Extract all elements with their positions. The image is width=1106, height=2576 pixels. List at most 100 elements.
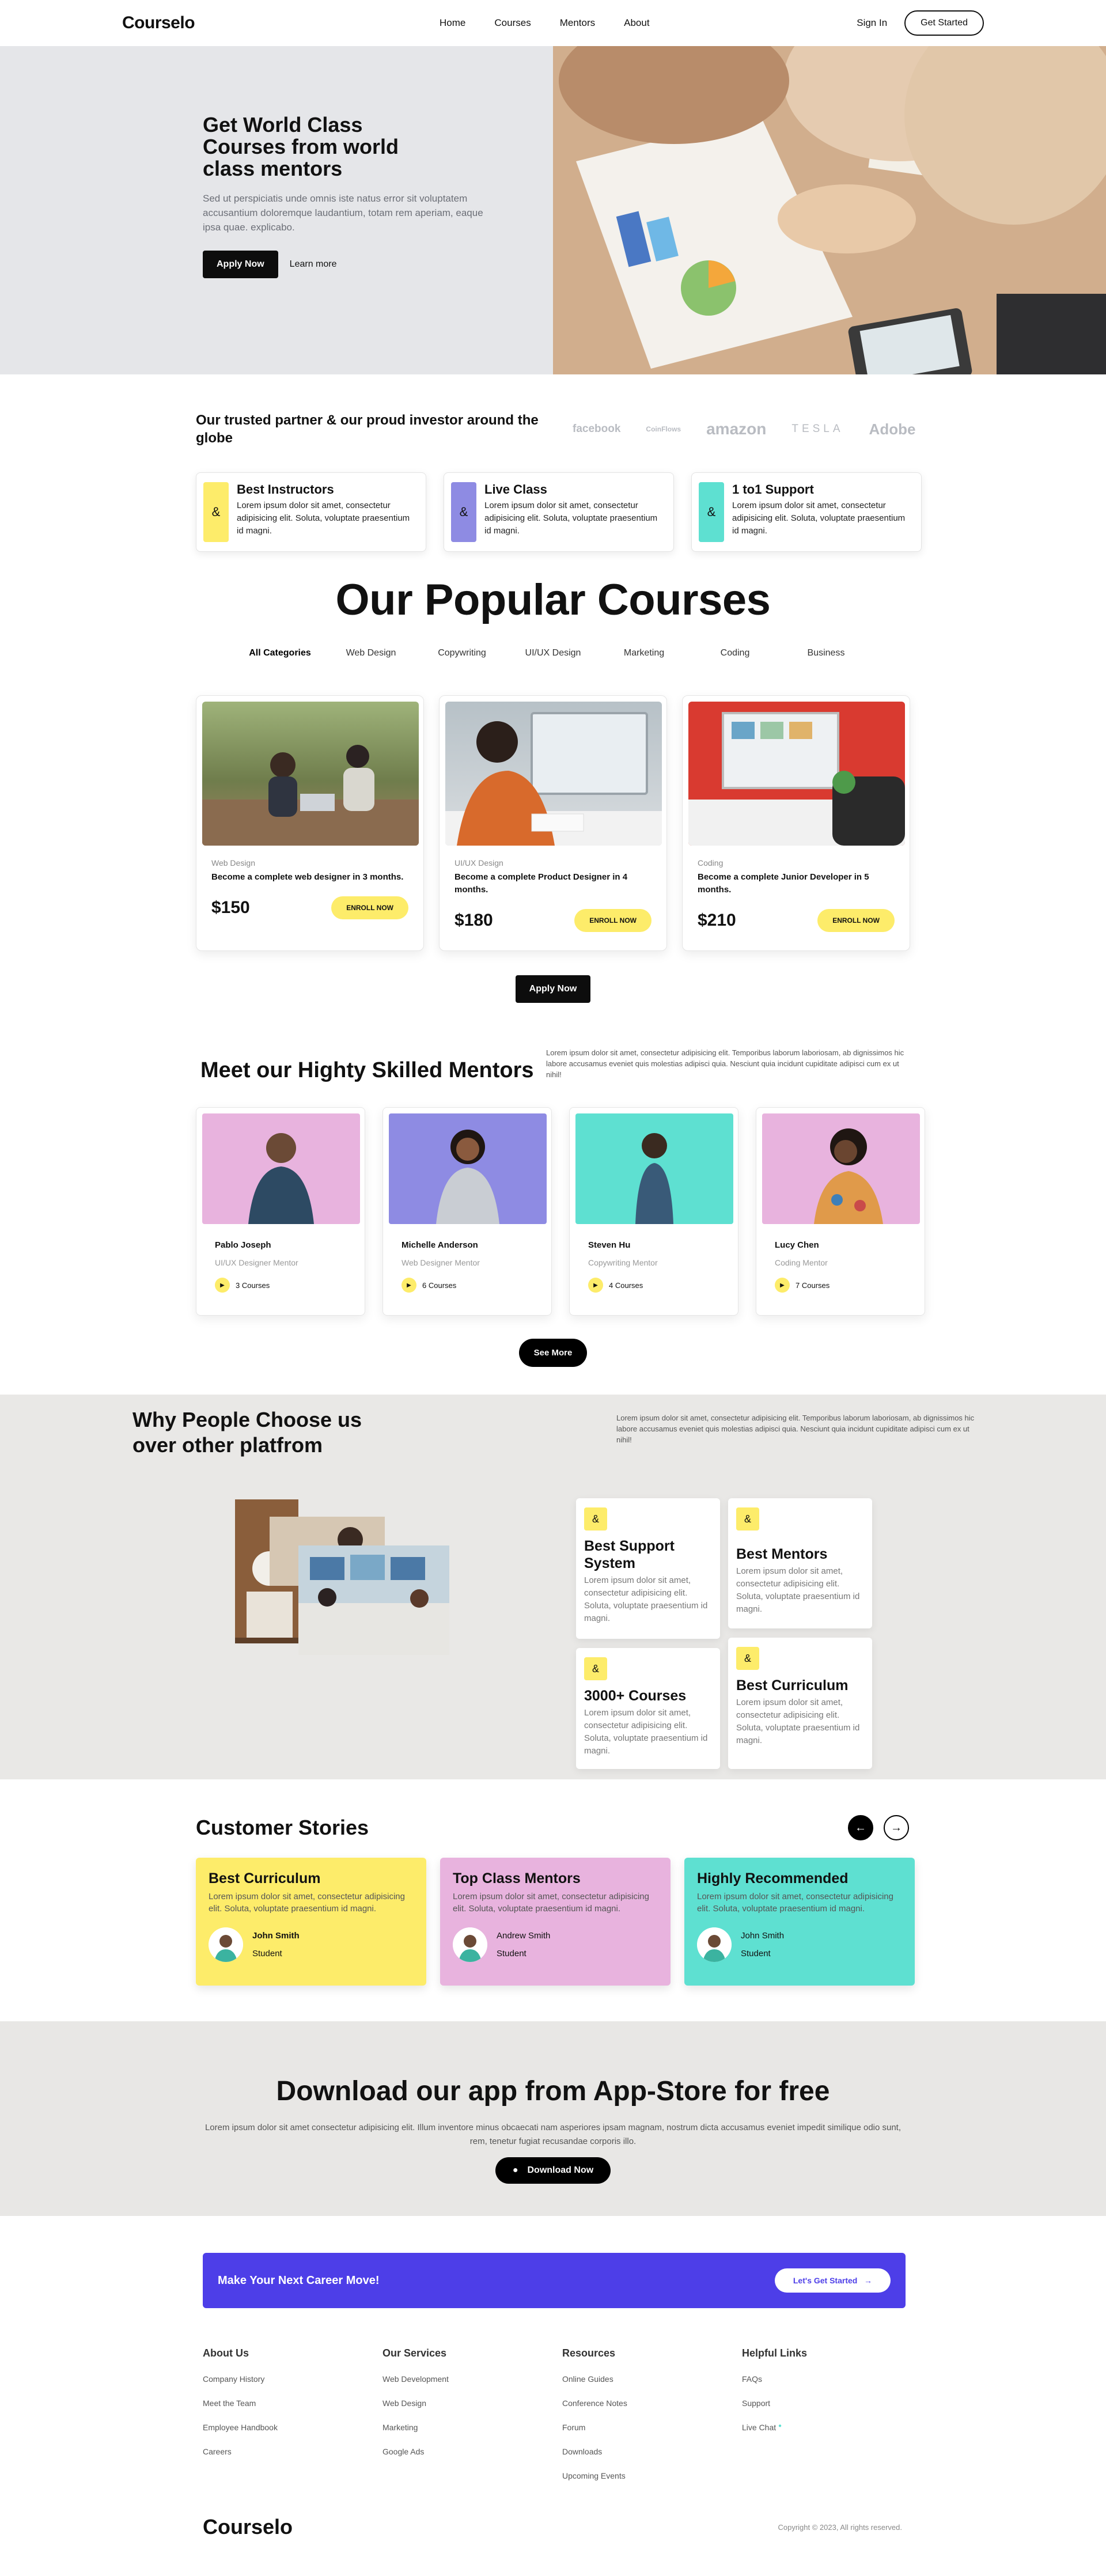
sign-in-link[interactable]: Sign In [857,17,887,29]
story-title: Best Curriculum [209,1870,321,1887]
footer-link[interactable]: Web Development [382,2374,562,2384]
mentor-photo [202,1113,360,1225]
courses-icon: & [584,1657,607,1681]
course-photo [445,712,662,846]
hero-illustration [553,46,1106,374]
apply-now-button[interactable]: Apply Now [203,251,278,279]
nav-mentors[interactable]: Mentors [560,17,595,29]
footer-link[interactable]: Conference Notes [562,2399,742,2408]
download-text: Lorem ipsum dolor sit amet consectetur a… [204,2123,902,2146]
get-started-button[interactable]: Get Started [904,10,984,36]
enroll-now-button[interactable]: ENROLL NOW [817,908,895,932]
course-price: $210 [698,910,736,930]
download-section: Download our app from App-Store for free… [0,2021,1106,2217]
course-card[interactable]: Coding Become a complete Junior Develope… [682,695,910,952]
tab-marketing[interactable]: Marketing [599,648,690,658]
footer-link[interactable]: Support [742,2399,922,2408]
feature-card: & Best Instructors Lorem ipsum dolor sit… [196,472,426,552]
story-card: Best Curriculum Lorem ipsum dolor sit am… [196,1858,426,1986]
footer-link[interactable]: Careers [203,2447,382,2456]
mentor-card[interactable]: Pablo Joseph UI/UX Designer Mentor ▶ 3 Co… [196,1107,365,1316]
popular-courses-title: Our Popular Courses [335,575,771,625]
tab-copywriting[interactable]: Copywriting [416,648,507,658]
play-icon: ▶ [215,1278,230,1293]
enroll-now-button[interactable]: ENROLL NOW [331,896,408,920]
footer-logo[interactable]: Courselo [203,2515,293,2539]
enroll-now-button[interactable]: ENROLL NOW [574,908,652,932]
tab-coding[interactable]: Coding [690,648,781,658]
mentor-role: Coding Mentor [775,1258,828,1268]
tab-ui-ux-design[interactable]: UI/UX Design [507,648,599,658]
play-icon: ▶ [402,1278,416,1293]
course-card[interactable]: UI/UX Design Become a complete Product D… [439,695,667,952]
story-text: Lorem ipsum dolor sit amet, consectetur … [209,1892,405,1914]
why-card-title: Best Mentors [736,1546,828,1563]
course-price: $180 [454,910,493,930]
download-now-button[interactable]: ● Download Now [495,2157,611,2184]
live-class-icon: & [451,482,476,543]
logo[interactable]: Courselo [122,13,195,33]
nav-courses[interactable]: Courses [494,17,531,29]
why-images [235,1499,449,1656]
arrow-right-icon[interactable]: → [884,1815,909,1841]
partners-title: Our trusted partner & our proud investor… [196,412,539,446]
instructor-icon: & [203,482,229,543]
story-author: John Smith [741,1931,785,1941]
footer-column: Our Services Web Development Web Design … [382,2347,562,2480]
mentor-courses: 6 Courses [422,1281,457,1290]
feature-card: & 1 to1 Support Lorem ipsum dolor sit am… [691,472,922,552]
footer-link[interactable]: Meet the Team [203,2399,382,2408]
course-image [202,702,419,846]
hero-title: Get World Class Courses from world class… [203,113,399,180]
nav-about[interactable]: About [624,17,649,29]
tab-business[interactable]: Business [781,648,872,658]
page: Courselo Home Courses Mentors About Sign… [0,0,1106,2576]
footer-link[interactable]: Downloads [562,2447,742,2456]
amazon-logo: amazon [706,420,767,438]
mentor-name: Lucy Chen [775,1240,819,1251]
story-card: Top Class Mentors Lorem ipsum dolor sit … [440,1858,671,1986]
mentor-role: UI/UX Designer Mentor [215,1258,298,1268]
mentor-card[interactable]: Lucy Chen Coding Mentor ▶ 7 Courses [756,1107,925,1316]
course-photo [688,712,905,846]
footer-link[interactable]: Upcoming Events [562,2471,742,2480]
footer-link[interactable]: Forum [562,2423,742,2432]
why-card-title: 3000+ Courses [584,1688,687,1704]
nav-home[interactable]: Home [440,17,465,29]
tab-all-categories[interactable]: All Categories [234,648,325,658]
tab-web-design[interactable]: Web Design [325,648,416,658]
play-icon: ▶ [588,1278,603,1293]
why-section: Why People Choose us over other platfrom… [0,1395,1106,1780]
course-card[interactable]: Web Design Become a complete web designe… [196,695,424,952]
footer-link[interactable]: Company History [203,2374,382,2384]
mentor-card[interactable]: Steven Hu Copywriting Mentor ▶ 4 Courses [569,1107,738,1316]
footer-link[interactable]: Marketing [382,2423,562,2432]
footer-link[interactable]: Employee Handbook [203,2423,382,2432]
why-card: & 3000+ Courses Lorem ipsum dolor sit am… [576,1648,720,1770]
arrow-left-icon[interactable]: ← [848,1815,873,1841]
mentor-role: Web Designer Mentor [402,1258,480,1268]
mentor-card[interactable]: Michelle Anderson Web Designer Mentor ▶ 6… [382,1107,552,1316]
course-image [688,702,905,846]
mentor-name: Pablo Joseph [215,1240,271,1251]
why-card-text: Lorem ipsum dolor sit amet, consectetur … [736,1566,860,1614]
feature-text: Lorem ipsum dolor sit amet, consectetur … [484,501,658,536]
story-text: Lorem ipsum dolor sit amet, consectetur … [453,1892,649,1914]
see-more-button[interactable]: See More [518,1339,588,1367]
footer-link[interactable]: Online Guides [562,2374,742,2384]
footer-link[interactable]: Web Design [382,2399,562,2408]
learn-more-link[interactable]: Learn more [290,259,337,270]
apply-now-button[interactable]: Apply Now [515,975,591,1003]
story-author: John Smith [252,1931,300,1941]
footer-link[interactable]: Google Ads [382,2447,562,2456]
footer-link[interactable]: FAQs [742,2374,922,2384]
footer-heading: Resources [562,2347,616,2359]
footer-link-live-chat[interactable]: Live Chat ● [742,2423,922,2432]
mentor-name: Michelle Anderson [402,1240,478,1251]
lets-get-started-button[interactable]: Let's Get Started → [774,2268,891,2293]
course-title: Become a complete Product Designer in 4 … [454,872,628,895]
story-role: Student [497,1949,527,1959]
why-card-text: Lorem ipsum dolor sit amet, consectetur … [584,1708,708,1756]
feature-text: Lorem ipsum dolor sit amet, consectetur … [237,501,410,536]
footer-heading: Our Services [382,2347,447,2359]
